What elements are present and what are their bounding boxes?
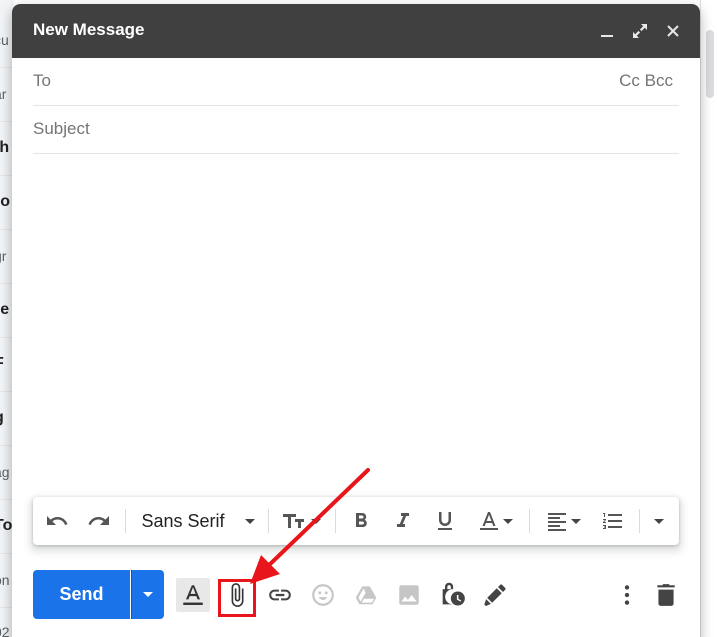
formatting-toolbar: Sans Serif	[33, 497, 679, 545]
annotation-highlight-box	[218, 579, 256, 617]
chevron-down-icon	[503, 518, 513, 524]
subject-placeholder: Subject	[33, 119, 90, 138]
confidential-mode-icon[interactable]	[435, 578, 469, 612]
to-field[interactable]: To Cc Bcc	[33, 58, 679, 106]
numbered-list-icon[interactable]	[597, 505, 629, 537]
insert-link-icon[interactable]	[263, 578, 297, 612]
message-body[interactable]	[33, 156, 679, 492]
chevron-down-icon	[143, 592, 153, 597]
send-button[interactable]: Send	[33, 570, 130, 619]
insert-emoji-icon[interactable]	[306, 578, 340, 612]
font-family-label: Sans Serif	[141, 510, 225, 531]
minimize-icon[interactable]	[596, 20, 618, 42]
discard-draft-icon[interactable]	[649, 578, 683, 612]
chevron-down-icon	[571, 518, 581, 524]
background-scrollbar[interactable]	[706, 30, 714, 98]
subject-field[interactable]: Subject	[33, 106, 679, 154]
toolbar-divider	[639, 509, 640, 533]
align-icon[interactable]	[539, 505, 587, 537]
close-icon[interactable]	[662, 20, 684, 42]
expand-icon[interactable]	[629, 20, 651, 42]
text-size-icon[interactable]	[277, 505, 325, 537]
formatting-options-icon[interactable]	[176, 578, 210, 612]
font-family-dropdown[interactable]: Sans Serif	[133, 505, 263, 537]
redo-icon[interactable]	[83, 505, 115, 537]
insert-signature-icon[interactable]	[478, 578, 512, 612]
more-formatting-icon[interactable]	[645, 505, 673, 537]
chevron-down-icon	[654, 518, 664, 524]
to-label: To	[33, 71, 51, 90]
underline-icon[interactable]	[429, 505, 461, 537]
toolbar-divider	[125, 509, 126, 533]
bold-icon[interactable]	[345, 505, 377, 537]
toolbar-divider	[529, 509, 530, 533]
toolbar-divider	[335, 509, 336, 533]
compose-header: New Message	[12, 4, 700, 58]
text-color-icon[interactable]	[471, 505, 519, 537]
google-drive-icon[interactable]	[349, 578, 383, 612]
cc-bcc-link[interactable]: Cc Bcc	[619, 71, 673, 91]
undo-icon[interactable]	[41, 505, 73, 537]
chevron-down-icon	[311, 518, 321, 524]
more-options-icon[interactable]	[610, 578, 644, 612]
compose-title: New Message	[33, 20, 145, 39]
chevron-down-icon	[244, 518, 255, 524]
screen: cu ar th ro gr re F g ag To ôn 02 New Me…	[0, 0, 717, 637]
toolbar-divider	[268, 509, 269, 533]
italic-icon[interactable]	[387, 505, 419, 537]
insert-photo-icon[interactable]	[392, 578, 426, 612]
send-options-button[interactable]	[131, 570, 164, 619]
